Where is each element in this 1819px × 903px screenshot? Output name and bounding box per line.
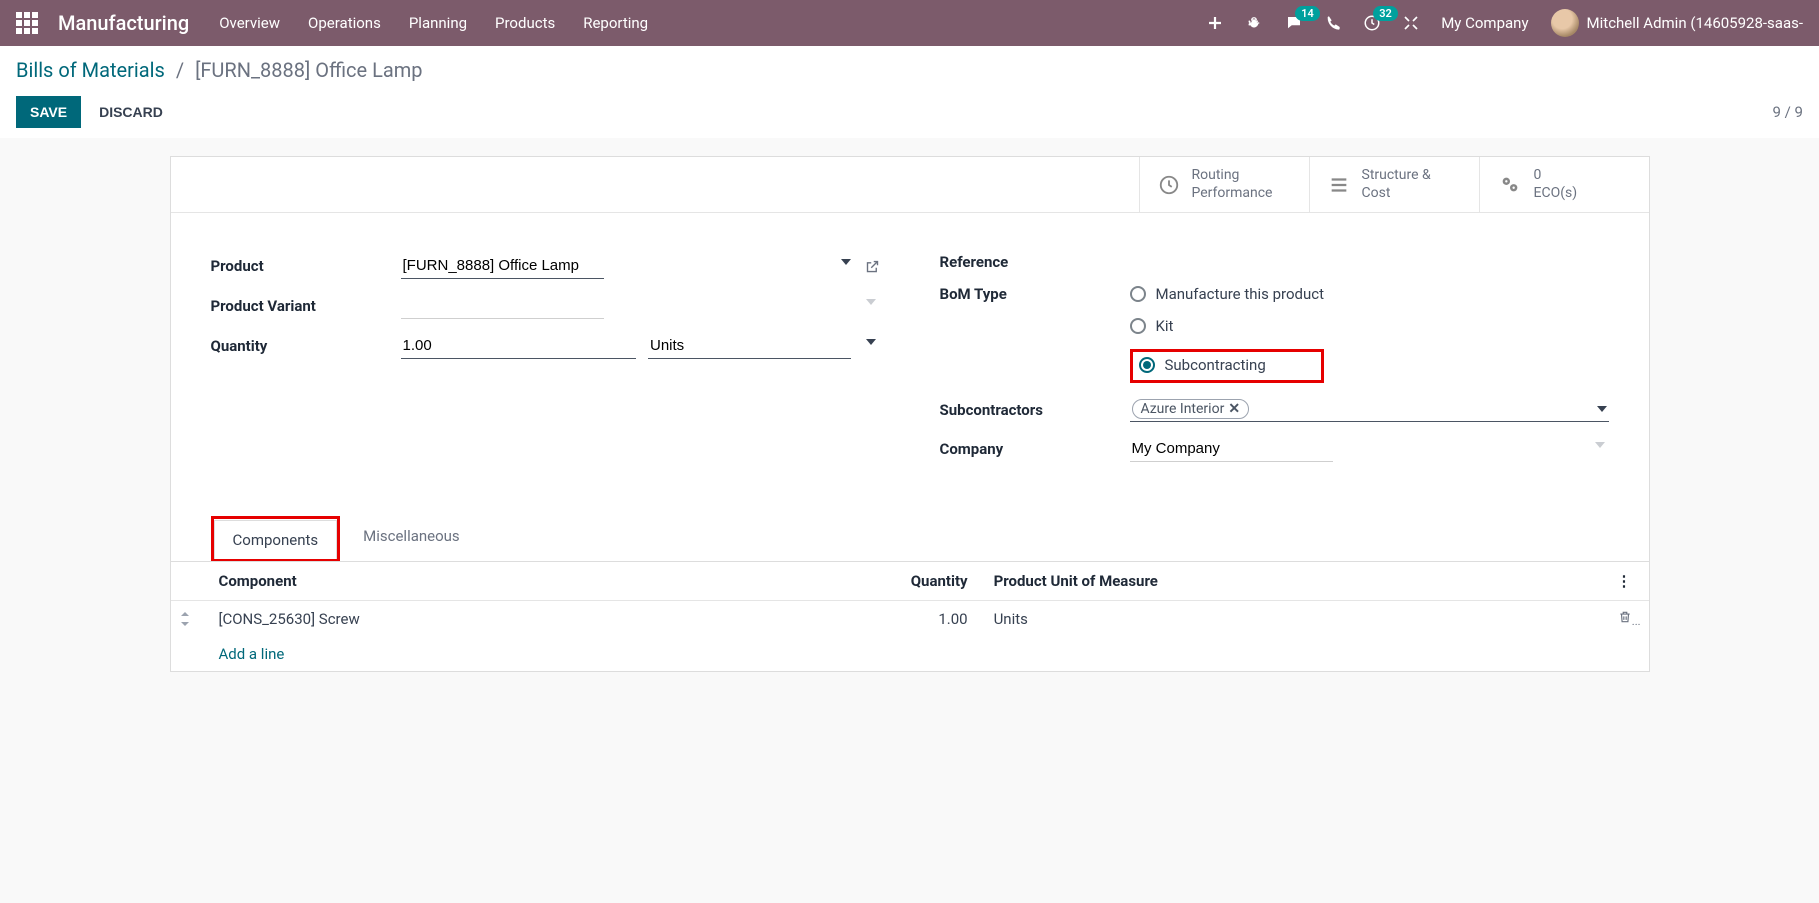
menu-planning[interactable]: Planning — [409, 14, 467, 32]
label-variant: Product Variant — [211, 297, 401, 315]
table-row[interactable]: [CONS_25630] Screw 1.00 Units ... — [171, 601, 1649, 638]
tab-components[interactable]: Components — [214, 520, 338, 559]
label-product: Product — [211, 257, 401, 275]
control-panel: Bills of Materials / [FURN_8888] Office … — [0, 46, 1819, 138]
user-name: Mitchell Admin (14605928-saas- — [1587, 14, 1803, 32]
form-left-col: Product Product Varia — [211, 253, 880, 476]
user-menu[interactable]: Mitchell Admin (14605928-saas- — [1551, 9, 1803, 37]
breadcrumb-root[interactable]: Bills of Materials — [16, 58, 165, 82]
bug-icon[interactable] — [1245, 14, 1263, 32]
messages-badge: 14 — [1295, 6, 1320, 21]
delete-row-icon[interactable]: ... — [1609, 601, 1649, 638]
label-subcontractors: Subcontractors — [940, 401, 1130, 419]
tag-azure-interior[interactable]: Azure Interior ✕ — [1132, 399, 1250, 419]
discard-button[interactable]: DISCARD — [99, 104, 163, 120]
company-field[interactable] — [1130, 436, 1333, 462]
main-menu: Overview Operations Planning Products Re… — [219, 14, 648, 32]
external-link-icon[interactable] — [865, 259, 880, 274]
tabs: Components Miscellaneous — [171, 516, 1649, 562]
label-company: Company — [940, 440, 1130, 458]
highlight-subcontracting: Subcontracting — [1130, 349, 1325, 383]
components-table: Component Quantity Product Unit of Measu… — [171, 562, 1649, 671]
caret-down-icon — [1595, 442, 1605, 448]
top-nav: Manufacturing Overview Operations Planni… — [0, 0, 1819, 46]
variant-field[interactable] — [401, 293, 604, 319]
quantity-field[interactable] — [401, 333, 637, 359]
menu-products[interactable]: Products — [495, 14, 555, 32]
breadcrumb: Bills of Materials / [FURN_8888] Office … — [16, 58, 1803, 82]
column-options-icon[interactable]: ⋮ — [1609, 562, 1649, 601]
cell-uom[interactable]: Units — [976, 601, 1609, 638]
caret-down-icon — [866, 299, 876, 305]
radio-icon — [1130, 286, 1146, 302]
menu-operations[interactable]: Operations — [308, 14, 381, 32]
tools-icon[interactable] — [1403, 15, 1419, 31]
radio-subcontracting[interactable]: Subcontracting — [1139, 356, 1266, 374]
app-brand[interactable]: Manufacturing — [58, 11, 189, 35]
breadcrumb-current: [FURN_8888] Office Lamp — [195, 58, 422, 82]
gears-icon — [1498, 174, 1522, 196]
uom-field[interactable] — [648, 333, 851, 359]
list-icon — [1328, 174, 1350, 196]
label-quantity: Quantity — [211, 337, 401, 355]
stat-buttons: RoutingPerformance Structure &Cost 0ECO(… — [171, 157, 1649, 213]
col-component: Component — [211, 562, 734, 601]
label-bom-type: BoM Type — [940, 285, 1130, 303]
form-sheet: RoutingPerformance Structure &Cost 0ECO(… — [170, 156, 1650, 672]
radio-kit[interactable]: Kit — [1130, 317, 1325, 335]
subcontractors-field[interactable]: Azure Interior ✕ — [1130, 397, 1609, 422]
tab-miscellaneous[interactable]: Miscellaneous — [344, 516, 479, 561]
caret-down-icon — [841, 259, 851, 265]
caret-down-icon — [1597, 406, 1607, 412]
systray: 14 32 My Company Mitchell Admin (1460592… — [1207, 9, 1803, 37]
apps-icon[interactable] — [16, 12, 38, 34]
product-field[interactable] — [401, 253, 604, 279]
col-uom: Product Unit of Measure — [976, 562, 1609, 601]
messages-icon[interactable]: 14 — [1285, 14, 1303, 32]
stat-routing-performance[interactable]: RoutingPerformance — [1139, 157, 1309, 212]
radio-icon — [1130, 318, 1146, 334]
add-line-link[interactable]: Add a line — [219, 645, 285, 663]
form-right-col: Reference BoM Type Manufacture this prod… — [940, 253, 1609, 476]
radio-icon — [1139, 357, 1155, 373]
col-quantity: Quantity — [733, 562, 975, 601]
menu-reporting[interactable]: Reporting — [583, 14, 648, 32]
highlight-components-tab: Components — [211, 516, 341, 561]
label-reference: Reference — [940, 253, 1130, 271]
save-button[interactable]: SAVE — [16, 96, 81, 128]
menu-overview[interactable]: Overview — [219, 14, 280, 32]
plus-icon[interactable] — [1207, 15, 1223, 31]
drag-handle-icon[interactable] — [171, 601, 211, 638]
stat-ecos[interactable]: 0ECO(s) — [1479, 157, 1649, 212]
radio-manufacture[interactable]: Manufacture this product — [1130, 285, 1325, 303]
cell-qty[interactable]: 1.00 — [733, 601, 975, 638]
company-switcher[interactable]: My Company — [1441, 14, 1528, 32]
pager[interactable]: 9 / 9 — [1773, 103, 1804, 121]
stat-structure-cost[interactable]: Structure &Cost — [1309, 157, 1479, 212]
activities-icon[interactable]: 32 — [1363, 14, 1381, 32]
avatar-icon — [1551, 9, 1579, 37]
activities-badge: 32 — [1373, 6, 1398, 21]
phone-icon[interactable] — [1325, 15, 1341, 31]
cell-component[interactable]: [CONS_25630] Screw — [211, 601, 734, 638]
clock-icon — [1158, 174, 1180, 196]
caret-down-icon — [866, 339, 876, 345]
tag-remove-icon[interactable]: ✕ — [1228, 401, 1240, 417]
